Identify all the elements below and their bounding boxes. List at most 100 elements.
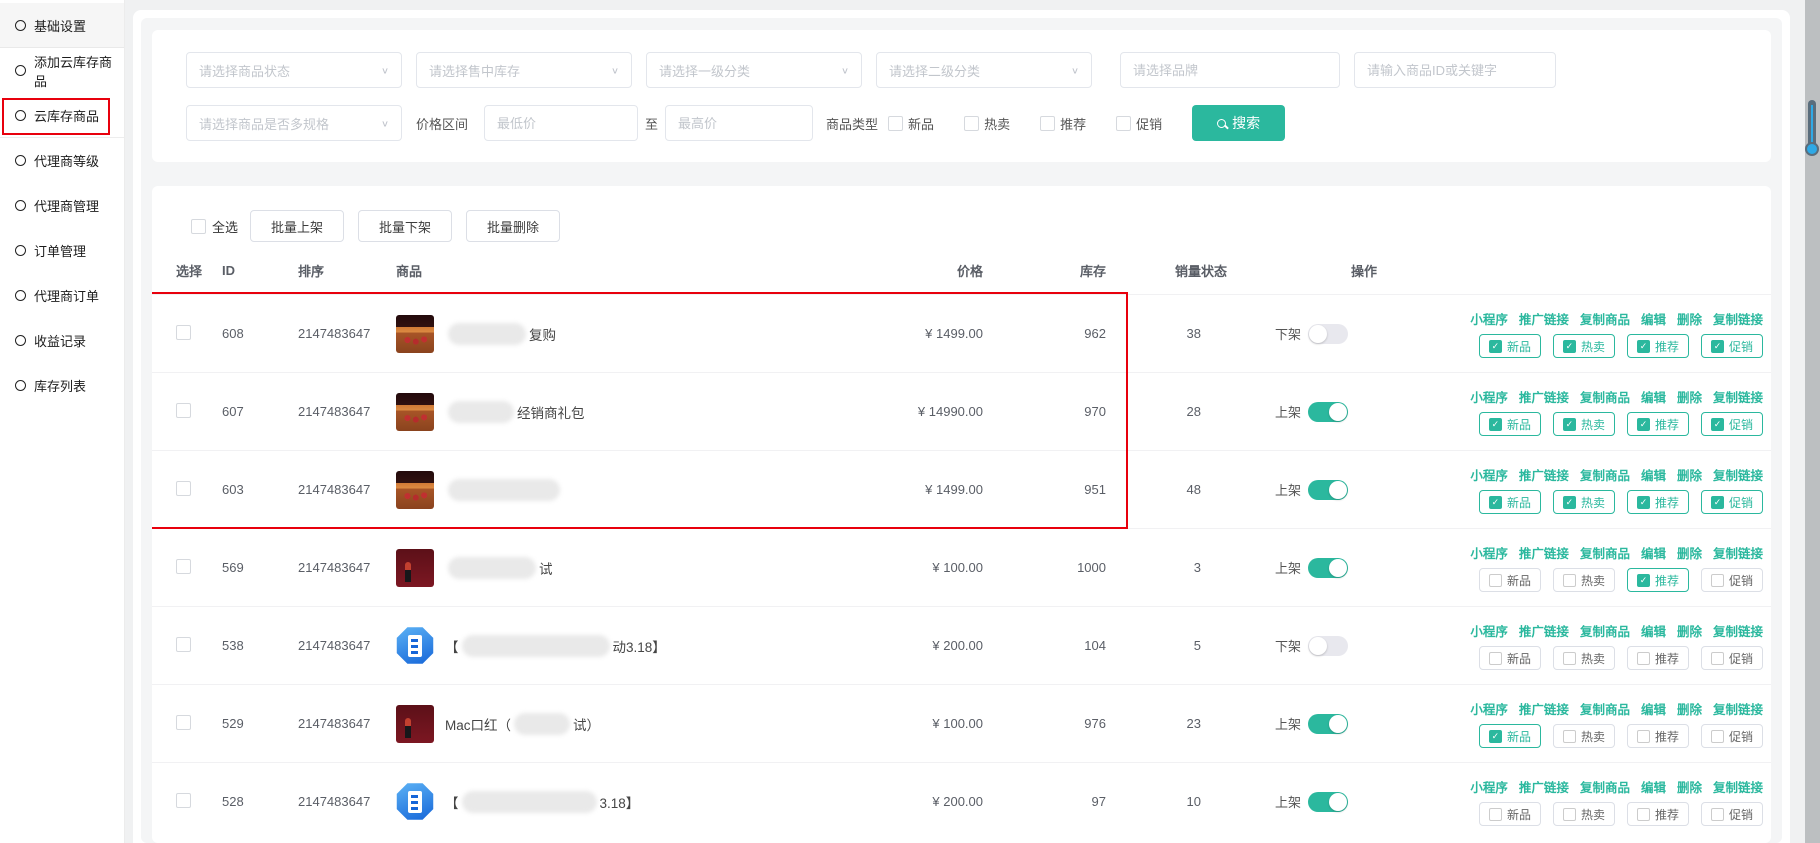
row-checkbox[interactable]: [176, 325, 191, 340]
sidebar-item-0[interactable]: 基础设置: [0, 3, 124, 48]
status-toggle[interactable]: [1308, 714, 1348, 734]
status-toggle[interactable]: [1308, 792, 1348, 812]
tag-toggle-promo[interactable]: ✓促销: [1701, 724, 1763, 748]
tag-toggle-hot[interactable]: ✓热卖: [1553, 568, 1615, 592]
delete-link[interactable]: 删除: [1677, 543, 1702, 562]
type-checkbox-recommend[interactable]: 推荐: [1040, 114, 1086, 133]
row-checkbox[interactable]: [176, 793, 191, 808]
row-checkbox[interactable]: [176, 559, 191, 574]
min-price-input[interactable]: [484, 105, 638, 141]
keyword-input[interactable]: [1354, 52, 1556, 88]
tag-toggle-new[interactable]: ✓新品: [1479, 802, 1541, 826]
sidebar-item-2[interactable]: 云库存商品: [0, 93, 124, 138]
delete-link[interactable]: 删除: [1677, 777, 1702, 796]
brand-input[interactable]: [1120, 52, 1340, 88]
status-toggle[interactable]: [1308, 636, 1348, 656]
category-level2-select[interactable]: 请选择二级分类∨: [876, 52, 1092, 88]
tag-toggle-recommend[interactable]: ✓推荐: [1627, 724, 1689, 748]
tag-toggle-promo[interactable]: ✓促销: [1701, 490, 1763, 514]
delete-link[interactable]: 删除: [1677, 621, 1702, 640]
copy-url-link[interactable]: 复制链接: [1713, 543, 1763, 562]
tag-toggle-promo[interactable]: ✓促销: [1701, 802, 1763, 826]
scrollbar-thumb[interactable]: [1808, 100, 1816, 148]
row-checkbox[interactable]: [176, 481, 191, 496]
copy-product-link[interactable]: 复制商品: [1580, 543, 1630, 562]
promo-link[interactable]: 推广链接: [1519, 387, 1569, 406]
sidebar-item-7[interactable]: 收益记录: [0, 318, 124, 363]
status-toggle[interactable]: [1308, 558, 1348, 578]
mini-program-link[interactable]: 小程序: [1470, 621, 1508, 640]
copy-product-link[interactable]: 复制商品: [1580, 777, 1630, 796]
sidebar-item-8[interactable]: 库存列表: [0, 363, 124, 408]
copy-product-link[interactable]: 复制商品: [1580, 309, 1630, 328]
copy-url-link[interactable]: 复制链接: [1713, 387, 1763, 406]
promo-link[interactable]: 推广链接: [1519, 465, 1569, 484]
mini-program-link[interactable]: 小程序: [1470, 465, 1508, 484]
copy-url-link[interactable]: 复制链接: [1713, 777, 1763, 796]
batch-off-shelf-button[interactable]: 批量下架: [358, 210, 452, 242]
tag-toggle-hot[interactable]: ✓热卖: [1553, 646, 1615, 670]
scrollbar-track[interactable]: [1805, 0, 1820, 843]
tag-toggle-recommend[interactable]: ✓推荐: [1627, 568, 1689, 592]
copy-url-link[interactable]: 复制链接: [1713, 621, 1763, 640]
scrollbar-ball[interactable]: [1805, 142, 1819, 156]
delete-link[interactable]: 删除: [1677, 465, 1702, 484]
row-checkbox[interactable]: [176, 715, 191, 730]
tag-toggle-hot[interactable]: ✓热卖: [1553, 724, 1615, 748]
promo-link[interactable]: 推广链接: [1519, 699, 1569, 718]
sidebar-item-4[interactable]: 代理商管理: [0, 183, 124, 228]
type-checkbox-promo[interactable]: 促销: [1116, 114, 1162, 133]
type-checkbox-new[interactable]: 新品: [888, 114, 934, 133]
batch-on-shelf-button[interactable]: 批量上架: [250, 210, 344, 242]
mini-program-link[interactable]: 小程序: [1470, 777, 1508, 796]
edit-link[interactable]: 编辑: [1641, 777, 1666, 796]
tag-toggle-new[interactable]: ✓新品: [1479, 490, 1541, 514]
tag-toggle-new[interactable]: ✓新品: [1479, 334, 1541, 358]
mini-program-link[interactable]: 小程序: [1470, 543, 1508, 562]
promo-link[interactable]: 推广链接: [1519, 309, 1569, 328]
copy-url-link[interactable]: 复制链接: [1713, 465, 1763, 484]
status-toggle[interactable]: [1308, 480, 1348, 500]
tag-toggle-recommend[interactable]: ✓推荐: [1627, 646, 1689, 670]
tag-toggle-new[interactable]: ✓新品: [1479, 646, 1541, 670]
edit-link[interactable]: 编辑: [1641, 465, 1666, 484]
sidebar-item-5[interactable]: 订单管理: [0, 228, 124, 273]
promo-link[interactable]: 推广链接: [1519, 543, 1569, 562]
delete-link[interactable]: 删除: [1677, 699, 1702, 718]
mini-program-link[interactable]: 小程序: [1470, 387, 1508, 406]
sidebar-item-3[interactable]: 代理商等级: [0, 138, 124, 183]
tag-toggle-recommend[interactable]: ✓推荐: [1627, 802, 1689, 826]
edit-link[interactable]: 编辑: [1641, 309, 1666, 328]
tag-toggle-new[interactable]: ✓新品: [1479, 412, 1541, 436]
search-button[interactable]: 搜索: [1192, 105, 1285, 141]
edit-link[interactable]: 编辑: [1641, 387, 1666, 406]
copy-product-link[interactable]: 复制商品: [1580, 621, 1630, 640]
status-toggle[interactable]: [1308, 402, 1348, 422]
type-checkbox-hot[interactable]: 热卖: [964, 114, 1010, 133]
tag-toggle-recommend[interactable]: ✓推荐: [1627, 490, 1689, 514]
max-price-input[interactable]: [665, 105, 813, 141]
category-level1-select[interactable]: 请选择一级分类∨: [646, 52, 862, 88]
edit-link[interactable]: 编辑: [1641, 543, 1666, 562]
tag-toggle-hot[interactable]: ✓热卖: [1553, 334, 1615, 358]
mini-program-link[interactable]: 小程序: [1470, 699, 1508, 718]
copy-product-link[interactable]: 复制商品: [1580, 699, 1630, 718]
tag-toggle-hot[interactable]: ✓热卖: [1553, 412, 1615, 436]
tag-toggle-promo[interactable]: ✓促销: [1701, 646, 1763, 670]
product-status-select[interactable]: 请选择商品状态∨: [186, 52, 402, 88]
tag-toggle-promo[interactable]: ✓促销: [1701, 412, 1763, 436]
status-toggle[interactable]: [1308, 324, 1348, 344]
copy-url-link[interactable]: 复制链接: [1713, 699, 1763, 718]
row-checkbox[interactable]: [176, 403, 191, 418]
promo-link[interactable]: 推广链接: [1519, 777, 1569, 796]
select-all-checkbox[interactable]: [191, 219, 206, 234]
tag-toggle-recommend[interactable]: ✓推荐: [1627, 334, 1689, 358]
sidebar-item-6[interactable]: 代理商订单: [0, 273, 124, 318]
tag-toggle-promo[interactable]: ✓促销: [1701, 568, 1763, 592]
copy-product-link[interactable]: 复制商品: [1580, 465, 1630, 484]
tag-toggle-hot[interactable]: ✓热卖: [1553, 490, 1615, 514]
row-checkbox[interactable]: [176, 637, 191, 652]
sale-stock-select[interactable]: 请选择售中库存∨: [416, 52, 632, 88]
tag-toggle-new[interactable]: ✓新品: [1479, 724, 1541, 748]
edit-link[interactable]: 编辑: [1641, 621, 1666, 640]
